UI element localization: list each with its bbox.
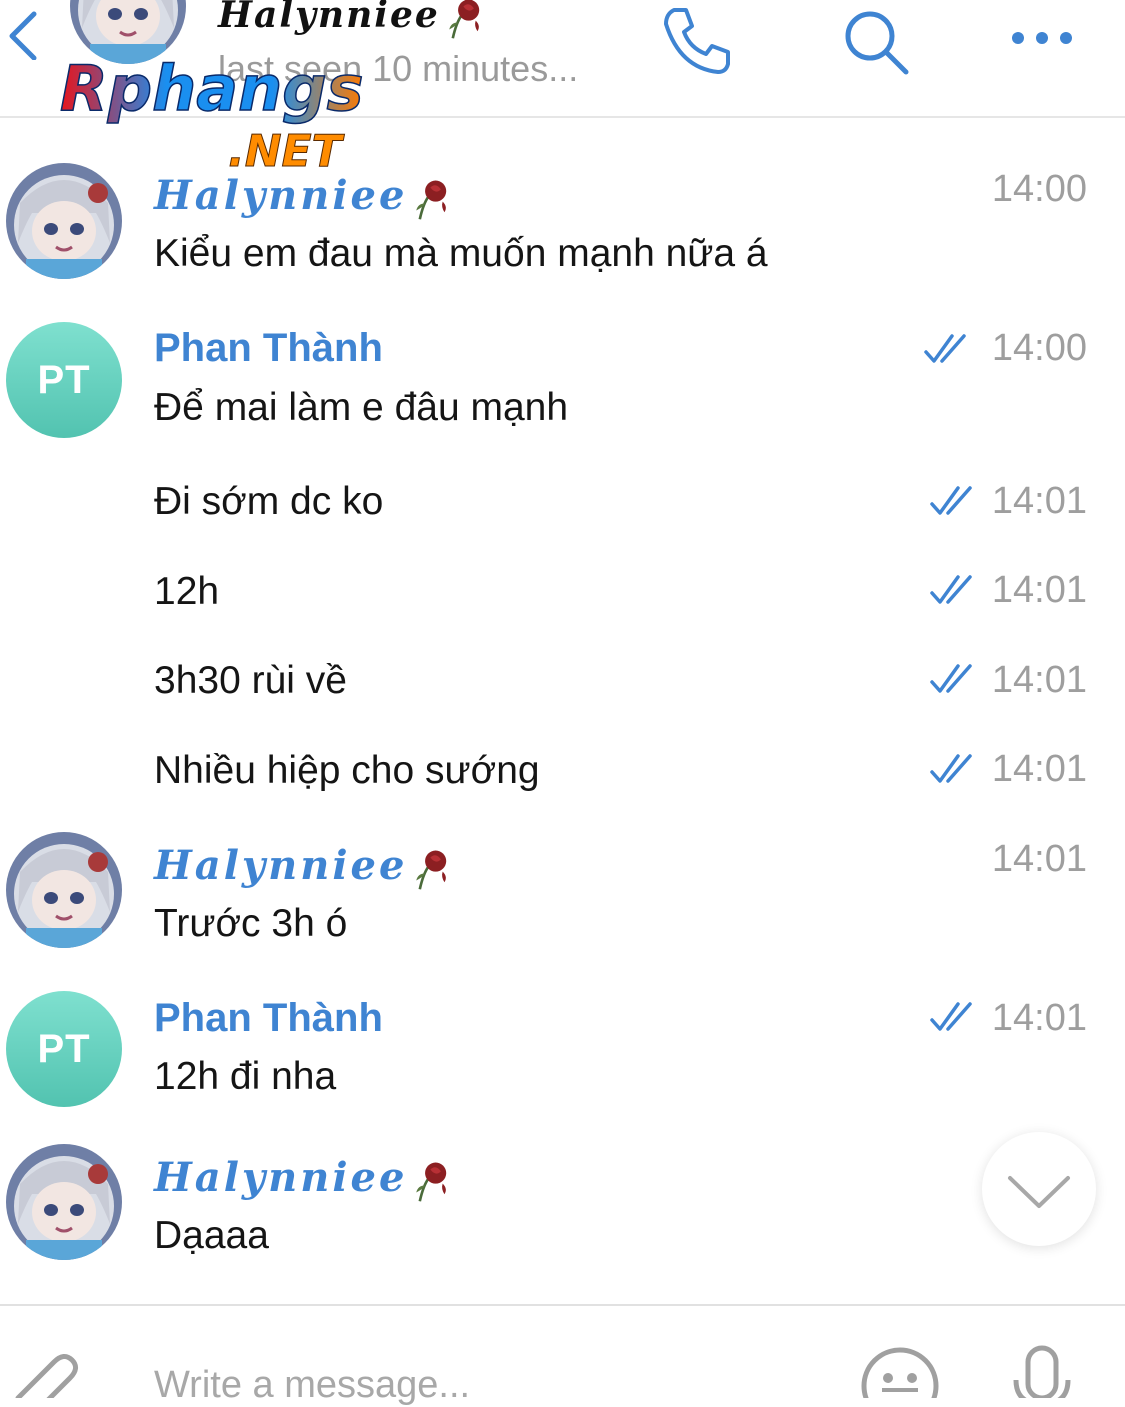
microphone-icon[interactable]	[1010, 1344, 1074, 1398]
sender-avatar[interactable]	[6, 1144, 122, 1260]
sender-avatar[interactable]: PT	[6, 991, 122, 1107]
scroll-down-button[interactable]	[982, 1132, 1096, 1246]
rose-icon	[444, 0, 488, 40]
message-time: 14:01	[991, 659, 1087, 701]
message-time: 14:01	[991, 838, 1087, 880]
rose-icon	[411, 847, 455, 891]
message-time: 14:01	[991, 480, 1087, 522]
contact-name-text: Halynniee	[218, 0, 440, 36]
watermark-brand: Rphangs	[60, 52, 364, 125]
message-text[interactable]: 3h30 rùi về	[154, 659, 347, 703]
message-text[interactable]: Đi sớm dc ko	[154, 480, 383, 524]
watermark-domain: .NET	[228, 126, 345, 177]
ellipsis-icon[interactable]	[1010, 26, 1074, 50]
sender-name[interactable]: Halynniee	[154, 172, 455, 221]
double-check-icon	[930, 484, 976, 518]
message-time: 14:01	[991, 997, 1087, 1039]
message-text[interactable]: 12h đi nha	[154, 1055, 336, 1099]
double-check-icon	[930, 573, 976, 607]
message-time: 14:01	[991, 569, 1087, 611]
sender-name[interactable]: Halynniee	[154, 1154, 455, 1203]
message-input[interactable]: Write a message...	[154, 1364, 470, 1407]
sender-avatar[interactable]	[6, 163, 122, 279]
phone-icon[interactable]	[660, 4, 732, 76]
sender-avatar[interactable]: PT	[6, 322, 122, 438]
message-composer: Write a message...	[0, 1304, 1125, 1406]
double-check-icon	[924, 332, 970, 366]
sender-name-text: Halynniee	[154, 172, 408, 219]
sender-name[interactable]: Halynniee	[154, 842, 455, 891]
contact-name[interactable]: Halynniee	[218, 0, 488, 40]
chevron-down-icon	[1008, 1176, 1070, 1208]
sender-name-text: Halynniee	[154, 842, 408, 889]
message-time: 14:01	[991, 748, 1087, 790]
avatar-initials: PT	[37, 357, 91, 402]
message-text[interactable]: Nhiều hiệp cho sướng	[154, 749, 540, 793]
smiley-icon[interactable]	[860, 1346, 940, 1398]
message-time: 14:00	[991, 327, 1087, 369]
message-text[interactable]: Để mai làm e đâu mạnh	[154, 386, 568, 430]
chevron-left-icon[interactable]	[4, 10, 44, 60]
double-check-icon	[930, 1000, 976, 1034]
search-icon[interactable]	[840, 6, 912, 78]
paperclip-icon[interactable]	[4, 1346, 84, 1398]
message-text[interactable]: Dạaaa	[154, 1214, 269, 1258]
sender-avatar[interactable]	[6, 832, 122, 948]
message-text[interactable]: Kiểu em đau mà muốn mạnh nữa á	[154, 232, 768, 276]
rose-icon	[411, 177, 455, 221]
double-check-icon	[930, 662, 976, 696]
avatar-initials: PT	[37, 1026, 91, 1071]
sender-name[interactable]: Phan Thành	[154, 326, 383, 371]
sender-name-text: Halynniee	[154, 1154, 408, 1201]
watermark-logo: Rphangs .NET	[59, 51, 364, 177]
message-text[interactable]: Trước 3h ó	[154, 902, 347, 946]
sender-name[interactable]: Phan Thành	[154, 996, 383, 1041]
message-text[interactable]: 12h	[154, 570, 219, 614]
double-check-icon	[930, 752, 976, 786]
rose-icon	[411, 1159, 455, 1203]
message-time: 14:00	[991, 168, 1087, 210]
